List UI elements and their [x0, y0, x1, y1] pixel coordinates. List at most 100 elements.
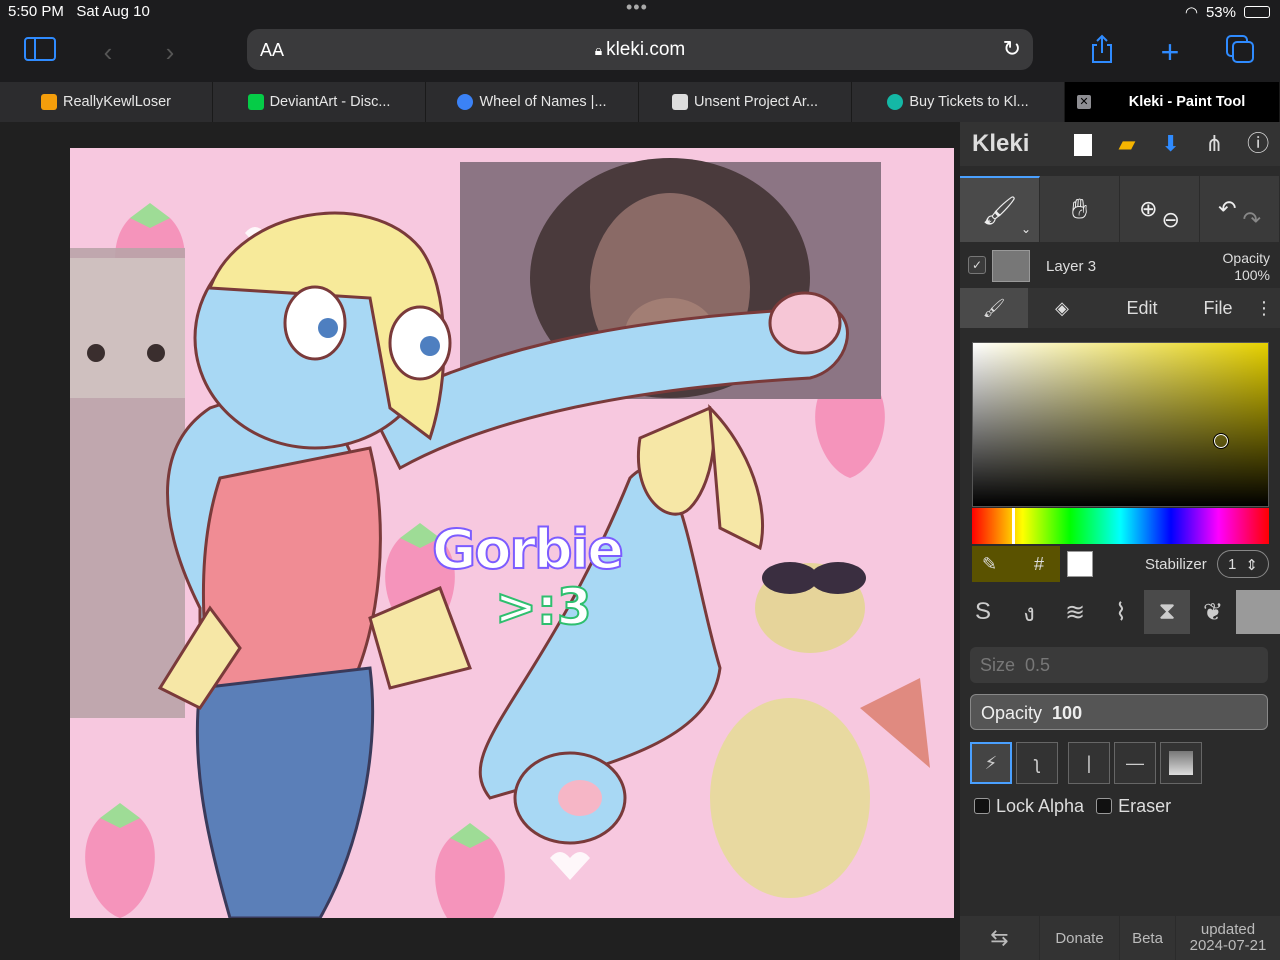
tab-kleki[interactable]: ✕ Kleki - Paint Tool: [1065, 82, 1280, 122]
eyedropper-icon[interactable]: ✎: [982, 554, 997, 575]
sketchy-brush-icon: ≋: [1064, 598, 1086, 626]
favicon: [457, 94, 474, 110]
help-icon[interactable]: ⓘ: [1236, 122, 1280, 166]
tab-reallykewlloser[interactable]: ReallyKewlLoser: [0, 82, 213, 122]
download-icon[interactable]: ⬇: [1149, 122, 1193, 166]
favicon: [671, 94, 688, 110]
pen-brush-icon: S: [974, 598, 991, 625]
stabilizer-select[interactable]: 1 ⇕: [1217, 550, 1269, 578]
share-icon[interactable]: ⋔: [1193, 122, 1237, 166]
multitasking-dots[interactable]: •••: [626, 0, 648, 18]
tab-layers[interactable]: ◈: [1028, 288, 1096, 328]
chevron-updown-icon: ⇕: [1245, 557, 1258, 574]
zoom-tool[interactable]: ⊕ ⊖: [1120, 176, 1200, 242]
status-time: 5:50 PM Sat Aug 10: [8, 3, 150, 20]
donate-link[interactable]: Donate: [1040, 916, 1120, 960]
forward-icon[interactable]: ›: [152, 34, 188, 70]
close-tab-icon[interactable]: ✕: [1077, 95, 1091, 109]
color-picker-cursor[interactable]: [1213, 433, 1229, 449]
smudge-brush-icon: ❦: [1202, 598, 1224, 626]
pixel-brush[interactable]: ⌇: [1098, 590, 1144, 634]
color-row: ✎ # Stabilizer 1 ⇕: [972, 546, 1269, 582]
open-folder-icon[interactable]: ▰: [1105, 122, 1149, 166]
kleki-top-bar: Kleki ▰ ⬇ ⋔ ⓘ: [960, 122, 1280, 166]
mode-horizontal-line[interactable]: —: [1114, 742, 1156, 784]
lock-alpha-checkbox[interactable]: [974, 798, 990, 814]
battery-icon: [1244, 6, 1270, 18]
new-image-icon[interactable]: [1061, 122, 1105, 166]
new-tab-icon[interactable]: +: [1152, 34, 1188, 70]
mode-vertical-line[interactable]: |: [1068, 742, 1110, 784]
mode-gradient[interactable]: [1160, 742, 1202, 784]
sketchy-brush[interactable]: ≋: [1052, 590, 1098, 634]
chemy-brush[interactable]: ⧗: [1144, 590, 1190, 634]
zoom-in-icon[interactable]: ⊕: [1139, 196, 1157, 222]
layer-thumbnail: [992, 250, 1030, 282]
pixel-brush-icon: ⌇: [1115, 598, 1127, 626]
reload-icon[interactable]: ↻: [1003, 36, 1021, 62]
hex-input-button[interactable]: #: [1034, 554, 1044, 575]
secondary-color-swatch[interactable]: [1067, 551, 1093, 577]
curve-icon: ʅ: [1035, 752, 1039, 773]
eraser-checkbox[interactable]: [1096, 798, 1113, 814]
blend-brush-icon: ง: [1023, 599, 1035, 627]
undo-icon[interactable]: ↶: [1218, 196, 1236, 222]
redo-icon[interactable]: ↷: [1243, 207, 1261, 233]
tool-bar: 🖌︎ ⌄ ✋︎ ⊕ ⊖ ↶ ↷: [960, 176, 1280, 242]
more-icon[interactable]: ⋮: [1248, 288, 1280, 328]
tab-brush[interactable]: 🖌︎: [960, 288, 1028, 328]
sidebar-icon[interactable]: [22, 34, 58, 70]
beta-link[interactable]: Beta: [1120, 916, 1176, 960]
drawing-canvas[interactable]: Gorbie >:3: [70, 148, 954, 918]
lock-alpha-toggle[interactable]: Lock Alpha: [974, 796, 1084, 817]
favicon: [247, 94, 264, 110]
layer-opacity: Opacity 100%: [1222, 250, 1270, 283]
mode-curve[interactable]: ʅ: [1016, 742, 1058, 784]
kleki-logo[interactable]: Kleki: [972, 130, 1061, 158]
tabs-overview-icon[interactable]: [1222, 34, 1258, 70]
eraser-toggle[interactable]: Eraser: [1096, 796, 1171, 817]
tab-unsent-project[interactable]: Unsent Project Ar...: [639, 82, 852, 122]
pen-brush[interactable]: S: [960, 590, 1006, 634]
eraser-brush[interactable]: [1236, 590, 1280, 634]
color-picker[interactable]: [972, 342, 1269, 507]
undo-redo-tool[interactable]: ↶ ↷: [1200, 176, 1280, 242]
smudge-brush[interactable]: ❦: [1190, 590, 1236, 634]
layer-row[interactable]: ✓ Layer 3 Opacity 100%: [960, 246, 1280, 286]
panel-footer: ⇆ Donate Beta updated 2024-07-21: [960, 916, 1280, 960]
freehand-icon: ⚡︎: [984, 752, 998, 773]
tab-deviantart[interactable]: DeviantArt - Disc...: [213, 82, 426, 122]
color-preview: ✎ #: [972, 546, 1060, 582]
url-text: 🔒︎ kleki.com: [594, 39, 686, 60]
status-bar: 5:50 PM Sat Aug 10 ••• ◠ 53%: [0, 0, 1280, 24]
updated-info: updated 2024-07-21: [1189, 921, 1267, 954]
swap-sides-icon[interactable]: ⇆: [960, 916, 1040, 960]
layers-icon: ◈: [1055, 297, 1069, 318]
opacity-slider[interactable]: Opacity 100: [970, 694, 1268, 730]
blend-brush[interactable]: ง: [1006, 590, 1052, 634]
tab-file[interactable]: File: [1188, 288, 1248, 328]
tab-buy-tickets[interactable]: Buy Tickets to Kl...: [852, 82, 1065, 122]
mode-freehand[interactable]: ⚡︎: [970, 742, 1012, 784]
brush-types: S ง ≋ ⌇ ⧗ ❦: [960, 590, 1280, 634]
back-icon[interactable]: ‹: [90, 34, 126, 70]
gradient-icon: [1169, 751, 1193, 775]
layer-visibility-checkbox[interactable]: ✓: [968, 256, 986, 274]
brush-options: Lock Alpha Eraser: [974, 796, 1171, 817]
tab-edit[interactable]: Edit: [1096, 288, 1188, 328]
layer-name: Layer 3: [1046, 258, 1097, 275]
zoom-out-icon[interactable]: ⊖: [1162, 207, 1180, 233]
hand-tool[interactable]: ✋︎: [1040, 176, 1120, 242]
address-bar[interactable]: AA 🔒︎ kleki.com ↻: [247, 29, 1033, 70]
hue-slider-handle[interactable]: [1012, 508, 1015, 544]
brush-modes: ⚡︎ ʅ | —: [970, 742, 1202, 784]
kleki-panel: Kleki ▰ ⬇ ⋔ ⓘ 🖌︎ ⌄ ✋︎ ⊕ ⊖ ↶ ↷ ✓ Layer 3 Opa…: [960, 122, 1280, 960]
canvas-area[interactable]: Gorbie >:3: [0, 122, 960, 960]
share-icon[interactable]: [1084, 34, 1120, 70]
tab-wheel-of-names[interactable]: Wheel of Names |...: [426, 82, 639, 122]
tab-bar: ReallyKewlLoser DeviantArt - Disc... Whe…: [0, 82, 1280, 122]
size-slider[interactable]: Size 0.5: [970, 647, 1268, 683]
hand-icon: ✋︎: [1071, 192, 1088, 224]
hue-slider[interactable]: [972, 508, 1269, 544]
brush-tool[interactable]: 🖌︎ ⌄: [960, 176, 1040, 242]
